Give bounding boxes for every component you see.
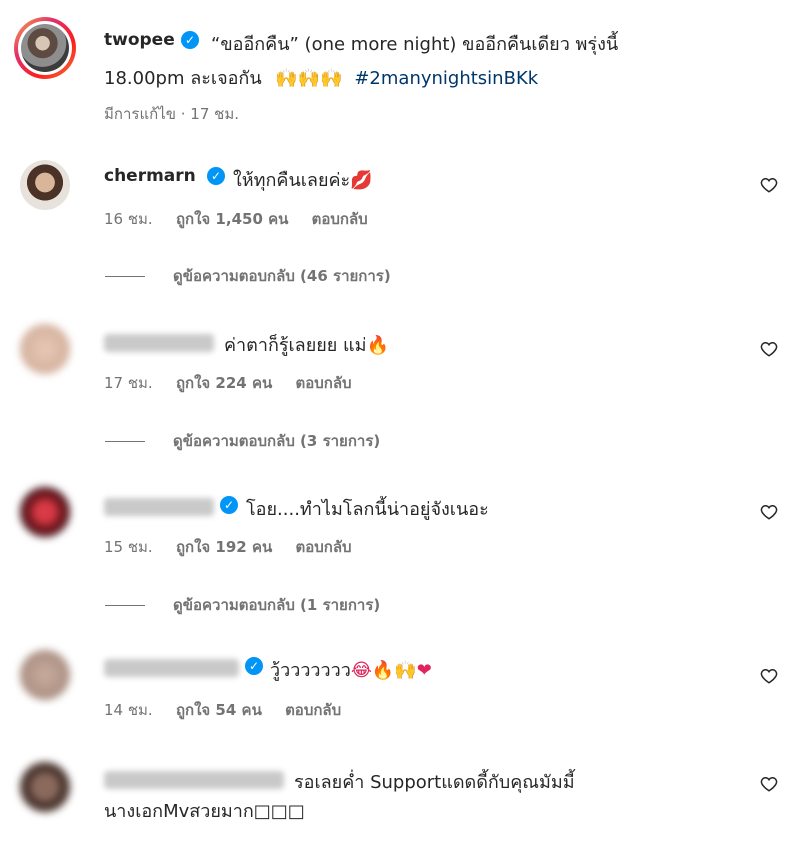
comment-username-blurred[interactable] (104, 659, 239, 677)
post-caption-line2: 18.00pm ละเจอกัน 🙌🙌🙌 #2manynightsinBKk (104, 63, 538, 92)
reply-button[interactable]: ตอบกลับ (285, 701, 341, 719)
post-hashtag-link[interactable]: #2manynightsinBKk (354, 68, 538, 89)
comment-text-body: วู้ววววววว (270, 660, 351, 681)
comment-likes[interactable]: ถูกใจ 1,450 คน (176, 210, 288, 228)
view-replies-label: ดูข้อความตอบกลับ (3 รายการ) (173, 432, 381, 450)
lips-emoji: 💋 (350, 170, 373, 191)
comment-text-body: ให้ทุกคืนเลยค่ะ (233, 170, 351, 191)
view-replies-label: ดูข้อความตอบกลับ (1 รายการ) (173, 596, 381, 614)
view-replies-button[interactable]: ดูข้อความตอบกลับ (3 รายการ) (105, 429, 380, 453)
replies-divider (105, 441, 145, 442)
comment-avatar[interactable] (20, 650, 70, 700)
view-replies-label: ดูข้อความตอบกลับ (46 รายการ) (173, 267, 391, 285)
comment-meta: 17 ชม. ถูกใจ 224 คน ตอบกลับ (104, 371, 370, 395)
comment-username[interactable]: chermarn (104, 166, 196, 186)
comment-avatar[interactable] (20, 324, 70, 374)
comment-avatar[interactable] (20, 487, 70, 537)
comment-avatar[interactable] (20, 160, 70, 210)
avatar-photo (21, 24, 69, 72)
replies-divider (105, 605, 145, 606)
comment-meta: 16 ชม. ถูกใจ 1,450 คน ตอบกลับ (104, 207, 386, 231)
comment-time: 17 ชม. (104, 374, 153, 392)
heart-outline-icon[interactable] (760, 176, 778, 194)
comment-text: วู้ววววววว😂🔥🙌❤ (270, 655, 432, 684)
reply-button[interactable]: ตอบกลับ (296, 538, 352, 556)
post-caption-line1: “ขออีกคืน” (one more night) ขออีกคืนเดีย… (211, 34, 619, 55)
comment-username-blurred[interactable] (104, 334, 214, 352)
replies-divider (105, 276, 145, 277)
comment-likes[interactable]: ถูกใจ 224 คน (176, 374, 272, 392)
verified-badge-icon: ✓ (220, 496, 238, 514)
comment-meta: 15 ชม. ถูกใจ 192 คน ตอบกลับ (104, 535, 370, 559)
comment-meta: 14 ชม. ถูกใจ 54 คน ตอบกลับ (104, 698, 359, 722)
view-replies-button[interactable]: ดูข้อความตอบกลับ (1 รายการ) (105, 593, 380, 617)
comment-likes[interactable]: ถูกใจ 54 คน (176, 701, 262, 719)
post-caption-emojis: 🙌🙌🙌 (275, 68, 343, 89)
emoji-group: 😂🔥🙌❤ (350, 660, 432, 681)
heart-outline-icon[interactable] (760, 503, 778, 521)
view-replies-button[interactable]: ดูข้อความตอบกลับ (46 รายการ) (105, 264, 391, 288)
heart-outline-icon[interactable] (760, 775, 778, 793)
verified-badge-icon: ✓ (207, 167, 225, 185)
post-author-username[interactable]: twopee (104, 30, 175, 50)
comment-text: ให้ทุกคืนเลยค่ะ💋 (233, 165, 373, 194)
comment-text-body: ค่าตาก็รู้เลยยย แม่ (224, 335, 367, 356)
post-meta: มีการแก้ไข · 17 ชม. (104, 105, 239, 123)
comment-username-blurred[interactable] (104, 498, 214, 516)
comment-likes[interactable]: ถูกใจ 192 คน (176, 538, 272, 556)
comment-username-blurred[interactable] (104, 771, 284, 789)
comment-text: โอย....ทำไมโลกนี้น่าอยู่จังเนอะ (246, 499, 489, 520)
fire-emoji: 🔥 (366, 335, 389, 356)
post-author-avatar[interactable] (14, 17, 76, 79)
comment-text-line1: รอเลยค่ำ Supportแดดดี้กับคุณมัมมี้ (294, 772, 575, 793)
comment-text: ค่าตาก็รู้เลยยย แม่🔥 (224, 330, 389, 359)
heart-outline-icon[interactable] (760, 667, 778, 685)
comment-time: 14 ชม. (104, 701, 153, 719)
comment-time: 15 ชม. (104, 538, 153, 556)
verified-badge-icon: ✓ (181, 31, 199, 49)
comment-text-line2: นางเอกMvสวยมาก□□□ (104, 801, 305, 822)
post-caption-text: 18.00pm ละเจอกัน (104, 68, 262, 89)
reply-button[interactable]: ตอบกลับ (296, 374, 352, 392)
comment-time: 16 ชม. (104, 210, 153, 228)
heart-outline-icon[interactable] (760, 340, 778, 358)
comment-avatar[interactable] (20, 762, 70, 812)
reply-button[interactable]: ตอบกลับ (312, 210, 368, 228)
verified-badge-icon: ✓ (245, 657, 263, 675)
